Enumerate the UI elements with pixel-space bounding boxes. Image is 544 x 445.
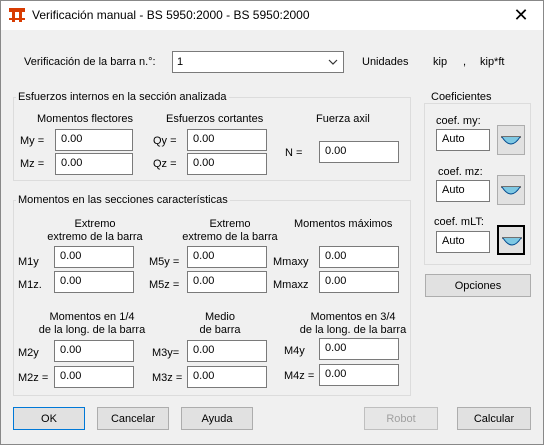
bar-number-value: 1 bbox=[177, 56, 184, 68]
end2-title-line1: Extremo bbox=[209, 218, 251, 230]
m1z-input[interactable]: 0.00 bbox=[54, 271, 134, 293]
m3z-label: M3z = bbox=[152, 372, 183, 384]
three-quarter-title-line1: Momentos en 3/4 bbox=[310, 311, 396, 323]
qy-input[interactable]: 0.00 bbox=[187, 129, 267, 151]
cancel-button[interactable]: Cancelar bbox=[97, 407, 169, 430]
app-icon bbox=[9, 8, 25, 22]
internal-forces-title: Esfuerzos internos en la sección analiza… bbox=[16, 91, 229, 103]
three-quarter-title-line2: de la long. de la barra bbox=[299, 324, 407, 336]
calculate-button[interactable]: Calcular bbox=[457, 407, 531, 430]
my-input[interactable]: 0.00 bbox=[55, 129, 133, 151]
quarter-title-line2: de la long. de la barra bbox=[38, 324, 146, 336]
coef-mz-label: coef. mz: bbox=[438, 166, 483, 178]
coef-mlt-input[interactable]: Auto bbox=[436, 231, 490, 253]
three-quarter-title: Momentos en 3/4 de la long. de la barra bbox=[283, 311, 423, 337]
moment-diagram-icon bbox=[501, 186, 521, 195]
mmaxy-input[interactable]: 0.00 bbox=[319, 246, 399, 268]
bending-moments-title: Momentos flectores bbox=[37, 113, 133, 125]
m3y-label: M3y= bbox=[152, 347, 180, 359]
m1y-input[interactable]: 0.00 bbox=[54, 246, 134, 268]
coef-mz-input[interactable]: Auto bbox=[436, 180, 490, 202]
mz-label: Mz = bbox=[20, 158, 45, 170]
coef-mlt-diagram-button[interactable] bbox=[497, 225, 525, 255]
max-moments-title: Momentos máximos bbox=[294, 218, 393, 230]
unit-separator: , bbox=[463, 56, 467, 68]
m4y-label: M4y bbox=[284, 345, 305, 357]
window-title: Verificación manual - BS 5950:2000 - BS … bbox=[32, 8, 310, 22]
n-input[interactable]: 0.00 bbox=[319, 141, 399, 163]
moment-diagram-icon bbox=[501, 136, 521, 145]
ok-button[interactable]: OK bbox=[13, 407, 85, 430]
m2z-input[interactable]: 0.00 bbox=[54, 366, 134, 388]
axial-force-title: Fuerza axil bbox=[316, 113, 370, 125]
n-label: N = bbox=[285, 147, 303, 159]
m1z-label: M1z. bbox=[18, 279, 42, 291]
m4z-input[interactable]: 0.00 bbox=[319, 364, 399, 386]
end2-title-line2: extremo de la barra bbox=[182, 231, 278, 243]
unit-moment: kip*ft bbox=[480, 56, 505, 68]
qz-input[interactable]: 0.00 bbox=[187, 153, 267, 175]
quarter-title: Momentos en 1/4 de la long. de la barra bbox=[22, 311, 162, 337]
end1-title-line1: Extremo bbox=[74, 218, 116, 230]
robot-button: Robot bbox=[364, 407, 438, 430]
coef-my-diagram-button[interactable] bbox=[497, 125, 525, 155]
middle-title-line2: de barra bbox=[199, 324, 241, 336]
end1-title: Extremo extremo de la barra bbox=[30, 218, 160, 244]
coef-my-label: coef. my: bbox=[436, 115, 481, 127]
middle-title-line1: Medio bbox=[205, 311, 235, 323]
m2y-input[interactable]: 0.00 bbox=[54, 340, 134, 362]
m2z-label: M2z = bbox=[18, 372, 49, 384]
qz-label: Qz = bbox=[153, 158, 177, 170]
m1y-label: M1y bbox=[18, 256, 39, 268]
m2y-label: M2y bbox=[18, 347, 39, 359]
unit-force: kip bbox=[433, 56, 448, 68]
title-bar: Verificación manual - BS 5950:2000 - BS … bbox=[0, 0, 544, 31]
m5z-input[interactable]: 0.00 bbox=[187, 271, 267, 293]
characteristic-sections-title: Momentos en las secciones característica… bbox=[16, 194, 230, 206]
coef-mz-diagram-button[interactable] bbox=[497, 175, 525, 205]
chevron-down-icon bbox=[328, 59, 338, 65]
end1-title-line2: extremo de la barra bbox=[47, 231, 143, 243]
m3y-input[interactable]: 0.00 bbox=[187, 340, 267, 362]
close-icon[interactable]: ✕ bbox=[498, 0, 544, 31]
m4z-label: M4z = bbox=[284, 370, 315, 382]
end2-title: Extremo extremo de la barra bbox=[160, 218, 300, 244]
bar-number-label: Verificación de la barra n.°: bbox=[24, 56, 156, 68]
help-button[interactable]: Ayuda bbox=[181, 407, 253, 430]
mmaxy-label: Mmaxy bbox=[273, 256, 309, 268]
mmaxz-label: Mmaxz bbox=[273, 279, 309, 291]
units-label: Unidades bbox=[362, 56, 409, 68]
coef-my-input[interactable]: Auto bbox=[436, 129, 490, 151]
mmaxz-input[interactable]: 0.00 bbox=[319, 271, 399, 293]
my-label: My = bbox=[20, 135, 45, 147]
quarter-title-line1: Momentos en 1/4 bbox=[49, 311, 135, 323]
mz-input[interactable]: 0.00 bbox=[55, 153, 133, 175]
m5y-input[interactable]: 0.00 bbox=[187, 246, 267, 268]
middle-title: Medio de barra bbox=[180, 311, 260, 337]
bar-number-select[interactable]: 1 bbox=[172, 51, 344, 73]
m5z-label: M5z = bbox=[149, 279, 180, 291]
qy-label: Qy = bbox=[153, 135, 177, 147]
coefficients-title: Coeficientes bbox=[429, 91, 494, 103]
m5y-label: M5y = bbox=[149, 256, 180, 268]
options-button[interactable]: Opciones bbox=[425, 274, 531, 297]
m4y-input[interactable]: 0.00 bbox=[319, 338, 399, 360]
moment-diagram-icon bbox=[502, 237, 522, 246]
coef-mlt-label: coef. mLT: bbox=[434, 216, 484, 228]
shear-forces-title: Esfuerzos cortantes bbox=[166, 113, 264, 125]
m3z-input[interactable]: 0.00 bbox=[187, 366, 267, 388]
